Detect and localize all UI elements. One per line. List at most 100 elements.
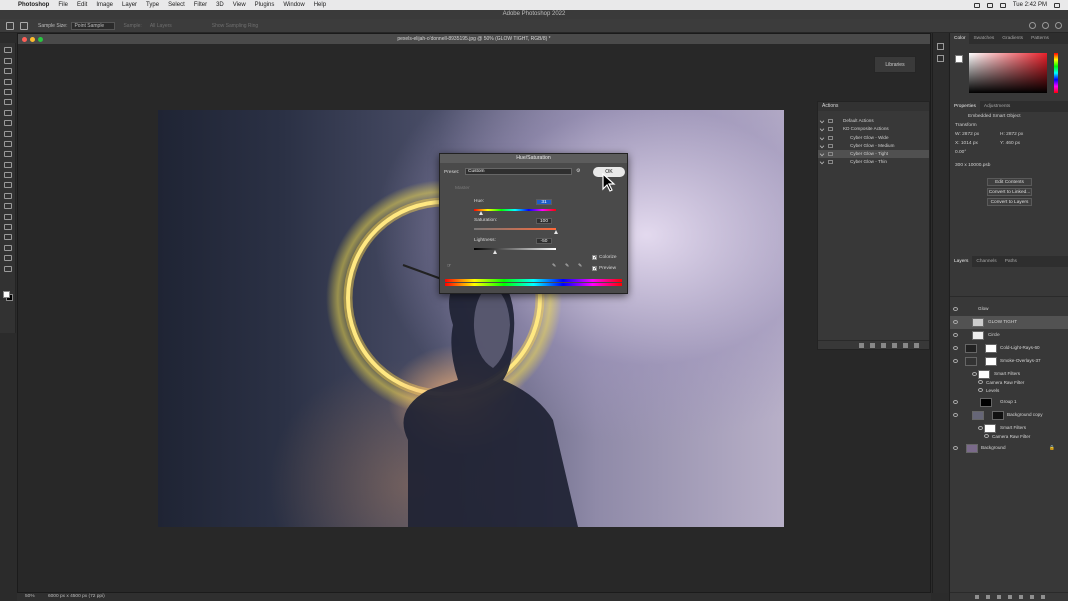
wifi-icon[interactable] bbox=[986, 2, 993, 8]
search-icon[interactable] bbox=[1054, 2, 1060, 8]
preview-checkbox[interactable]: ✓ bbox=[592, 266, 597, 272]
menu-view[interactable]: View bbox=[233, 2, 246, 8]
brush-tool-icon[interactable] bbox=[3, 130, 12, 137]
master-select[interactable]: Master bbox=[455, 186, 470, 191]
app-menu[interactable]: Photoshop bbox=[18, 2, 49, 8]
eyedropper-tool-icon[interactable] bbox=[20, 21, 28, 30]
pen-tool-icon[interactable] bbox=[3, 203, 12, 210]
menu-select[interactable]: Select bbox=[168, 2, 185, 8]
zoom-tool-icon[interactable] bbox=[3, 255, 12, 262]
menu-file[interactable]: File bbox=[58, 2, 68, 8]
hue-track[interactable] bbox=[474, 209, 556, 211]
search-icon[interactable] bbox=[1029, 22, 1036, 29]
tab-adjustments[interactable]: Adjustments bbox=[980, 101, 1014, 112]
layer-glow-tight[interactable]: GLOW TIGHT bbox=[950, 316, 1068, 329]
tab-paths[interactable]: Paths bbox=[1001, 256, 1021, 267]
quick-select-tool-icon[interactable] bbox=[3, 78, 12, 85]
action-cyber-glow-wide[interactable]: Cyber Glow - Wide bbox=[818, 134, 929, 142]
hue-input[interactable]: 31 bbox=[536, 199, 552, 205]
document-tab[interactable]: pexels-elijah-o'donnell-8935195.jpg @ 50… bbox=[18, 34, 930, 44]
link-layers-icon[interactable] bbox=[974, 595, 979, 599]
eraser-tool-icon[interactable] bbox=[3, 161, 12, 168]
action-cyber-glow-tight[interactable]: Cyber Glow - Tight bbox=[818, 150, 929, 159]
menu-3d[interactable]: 3D bbox=[216, 2, 224, 8]
tab-patterns[interactable]: Patterns bbox=[1027, 33, 1053, 44]
layer-smoke-overlays[interactable]: Smoke-Overlays-37 bbox=[950, 355, 1068, 368]
preset-options-icon[interactable]: ⚙ bbox=[576, 169, 580, 174]
stop-icon[interactable] bbox=[859, 342, 864, 348]
sample-size-select[interactable]: Point Sample bbox=[71, 21, 116, 30]
action-set-kd-composite[interactable]: KD Composite Actions bbox=[818, 125, 929, 133]
menu-layer[interactable]: Layer bbox=[122, 2, 137, 8]
lightness-slider-thumb[interactable] bbox=[492, 250, 497, 254]
convert-to-layers-button[interactable]: Convert to Layers bbox=[987, 198, 1032, 206]
close-window-button[interactable] bbox=[22, 36, 27, 42]
lightness-track[interactable] bbox=[474, 248, 556, 250]
gradient-tool-icon[interactable] bbox=[3, 172, 12, 179]
frame-tool-icon[interactable] bbox=[3, 99, 12, 106]
actions-panel-title[interactable]: Actions bbox=[818, 102, 929, 111]
angle-field[interactable]: 0.00° bbox=[950, 148, 1068, 157]
targeted-adjustment-icon[interactable]: ☞ bbox=[447, 264, 451, 269]
new-set-icon[interactable] bbox=[892, 342, 897, 348]
layer-cold-light-rays[interactable]: Cold-Light-Rays-60 bbox=[950, 342, 1068, 355]
edit-contents-button[interactable]: Edit Contents bbox=[987, 178, 1032, 186]
action-set-default[interactable]: Default Actions bbox=[818, 117, 929, 125]
eyedropper-subtract-icon[interactable]: ✎ bbox=[578, 264, 582, 269]
menu-filter[interactable]: Filter bbox=[194, 2, 207, 8]
colorize-checkbox[interactable]: ✓ bbox=[592, 255, 597, 261]
menu-window[interactable]: Window bbox=[283, 2, 304, 8]
tab-layers[interactable]: Layers bbox=[950, 256, 973, 267]
eyedropper-add-icon[interactable]: ✎ bbox=[565, 264, 569, 269]
dodge-tool-icon[interactable] bbox=[3, 192, 12, 199]
eyedropper-icon[interactable]: ✎ bbox=[552, 264, 556, 269]
color-hue-strip[interactable] bbox=[1054, 53, 1058, 93]
trash-icon[interactable] bbox=[914, 342, 919, 348]
mask-icon[interactable] bbox=[996, 595, 1001, 599]
move-tool-icon[interactable] bbox=[3, 47, 12, 54]
menu-plugins[interactable]: Plugins bbox=[255, 2, 275, 8]
tab-channels[interactable]: Channels bbox=[972, 256, 1000, 267]
clock[interactable]: Tue 2:42 PM bbox=[1013, 2, 1047, 8]
saturation-slider-thumb[interactable] bbox=[554, 230, 558, 234]
layer-group-1[interactable]: Group 1 bbox=[950, 396, 1068, 409]
layer-group-glow[interactable]: Glow bbox=[950, 303, 1068, 316]
saturation-input[interactable]: 100 bbox=[536, 218, 552, 224]
tab-swatches[interactable]: Swatches bbox=[969, 33, 998, 44]
minimize-window-button[interactable] bbox=[30, 36, 35, 42]
shape-tool-icon[interactable] bbox=[3, 234, 12, 241]
eyedropper-tool-icon[interactable] bbox=[3, 109, 12, 116]
color-picker-field[interactable] bbox=[969, 53, 1047, 93]
history-icon[interactable] bbox=[937, 43, 944, 50]
volume-icon[interactable] bbox=[999, 2, 1006, 8]
layer-background[interactable]: Background 🔒 bbox=[950, 442, 1068, 455]
libraries-button[interactable]: Libraries bbox=[874, 56, 916, 73]
menu-edit[interactable]: Edit bbox=[77, 2, 87, 8]
home-icon[interactable] bbox=[6, 21, 14, 30]
convert-to-linked-button[interactable]: Convert to Linked... bbox=[987, 188, 1032, 196]
blur-tool-icon[interactable] bbox=[3, 182, 12, 189]
zoom-level[interactable]: 50% bbox=[25, 594, 35, 599]
battery-icon[interactable] bbox=[973, 2, 980, 8]
new-group-icon[interactable] bbox=[1018, 595, 1023, 599]
workspace-icon[interactable] bbox=[1042, 22, 1049, 29]
comments-icon[interactable] bbox=[937, 55, 944, 62]
clone-stamp-tool-icon[interactable] bbox=[3, 140, 12, 147]
action-cyber-glow-thin[interactable]: Cyber Glow - Thin bbox=[818, 158, 929, 166]
new-layer-icon[interactable] bbox=[1029, 595, 1034, 599]
x-field[interactable]: 1014 px bbox=[961, 141, 978, 146]
height-field[interactable]: 2872 px bbox=[1006, 132, 1023, 137]
sample-select[interactable]: All Layers bbox=[150, 23, 172, 29]
show-sampling-ring-checkbox[interactable]: Show Sampling Ring bbox=[212, 23, 258, 29]
crop-tool-icon[interactable] bbox=[3, 88, 12, 95]
record-icon[interactable] bbox=[870, 342, 875, 348]
adjustment-icon[interactable] bbox=[1007, 595, 1012, 599]
tab-gradients[interactable]: Gradients bbox=[998, 33, 1027, 44]
layers-filter-bar[interactable] bbox=[950, 267, 1068, 297]
marquee-tool-icon[interactable] bbox=[3, 57, 12, 64]
fx-icon[interactable] bbox=[985, 595, 990, 599]
layer-circle[interactable]: Circle bbox=[950, 329, 1068, 342]
filter-camera-raw-2[interactable]: Camera Raw Filter bbox=[950, 432, 1068, 441]
tab-color[interactable]: Color bbox=[950, 33, 970, 44]
share-icon[interactable] bbox=[1055, 22, 1062, 29]
